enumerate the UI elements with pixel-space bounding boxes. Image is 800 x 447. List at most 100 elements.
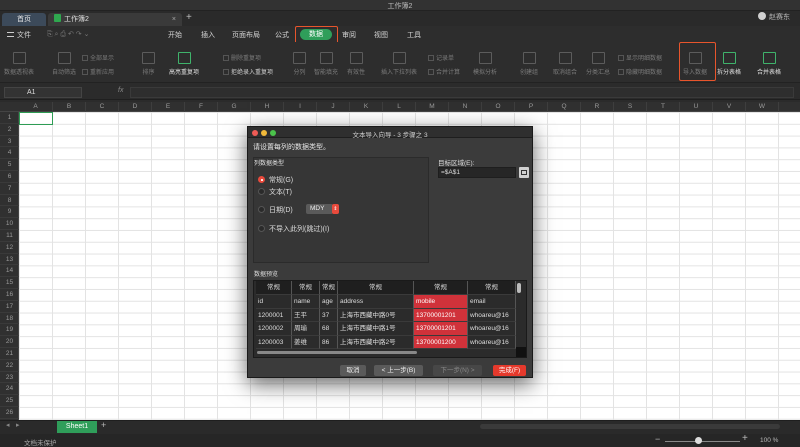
menu-insert[interactable]: 插入 bbox=[201, 30, 215, 40]
row-header[interactable]: 9 bbox=[0, 206, 19, 219]
column-header[interactable]: B bbox=[53, 102, 86, 112]
merge-table-button[interactable]: 合并表格 bbox=[757, 52, 781, 76]
row-header[interactable]: 7 bbox=[0, 183, 19, 195]
reapply-button[interactable]: 重新应用 bbox=[82, 67, 114, 76]
cancel-button[interactable]: 取消 bbox=[340, 365, 366, 376]
sort-button[interactable]: 排序 bbox=[142, 52, 155, 76]
menu-file[interactable]: 文件 bbox=[7, 30, 31, 40]
column-header[interactable]: C bbox=[86, 102, 119, 112]
formula-input[interactable] bbox=[130, 87, 794, 98]
validation-button[interactable]: 有效性 bbox=[347, 52, 365, 76]
row-header[interactable]: 5 bbox=[0, 159, 19, 171]
ungroup-button[interactable]: 取消组合 bbox=[553, 52, 577, 76]
consolidate-button[interactable]: 合并计算 bbox=[428, 67, 460, 76]
column-header[interactable]: Q bbox=[548, 102, 581, 112]
column-header[interactable]: L bbox=[383, 102, 416, 112]
tab-workbook[interactable]: 工作簿2 × bbox=[48, 13, 182, 26]
row-header[interactable]: 1 bbox=[0, 112, 19, 124]
column-header[interactable]: O bbox=[482, 102, 515, 112]
column-header[interactable]: R bbox=[581, 102, 614, 112]
sheet-prev-icon[interactable]: ◂ bbox=[6, 421, 10, 429]
row-header[interactable]: 13 bbox=[0, 254, 19, 266]
column-header[interactable]: A bbox=[19, 102, 53, 112]
row-header[interactable]: 18 bbox=[0, 313, 19, 325]
preview-column-type[interactable]: 常规 bbox=[320, 281, 338, 295]
row-header[interactable]: 6 bbox=[0, 171, 19, 183]
user-account[interactable]: 赵赛东 bbox=[758, 12, 790, 22]
next-button[interactable]: 下一步(N) > bbox=[433, 365, 482, 376]
reject-duplicates-button[interactable]: 拒绝录入重复项 bbox=[223, 67, 273, 76]
column-header[interactable]: M bbox=[416, 102, 449, 112]
column-header[interactable]: D bbox=[119, 102, 152, 112]
row-header[interactable]: 17 bbox=[0, 301, 19, 313]
row-header[interactable]: 21 bbox=[0, 348, 19, 360]
add-sheet-button[interactable]: + bbox=[101, 420, 106, 430]
subtotal-button[interactable]: 分类汇总 bbox=[586, 52, 610, 76]
column-header[interactable]: H bbox=[251, 102, 284, 112]
radio-text[interactable]: 文本(T) bbox=[258, 187, 292, 197]
preview-vertical-scrollbar[interactable] bbox=[517, 283, 521, 293]
preview-column-type[interactable]: 常规 bbox=[338, 281, 414, 295]
row-header[interactable]: 23 bbox=[0, 372, 19, 384]
range-picker-button[interactable] bbox=[519, 167, 529, 178]
delete-duplicates-button[interactable]: 删除重复项 bbox=[223, 53, 261, 62]
column-header[interactable]: G bbox=[218, 102, 251, 112]
hide-detail-button[interactable]: 隐藏明细数据 bbox=[618, 67, 662, 76]
menu-page-layout[interactable]: 页面布局 bbox=[232, 30, 260, 40]
column-header[interactable]: N bbox=[449, 102, 482, 112]
row-header[interactable]: 8 bbox=[0, 195, 19, 207]
preview-column-type[interactable]: 常规 bbox=[468, 281, 516, 295]
insert-dropdown-button[interactable]: 插入下拉列表 bbox=[381, 52, 417, 76]
sheet-next-icon[interactable]: ▸ bbox=[16, 421, 20, 429]
column-header[interactable]: K bbox=[350, 102, 383, 112]
column-header[interactable]: P bbox=[515, 102, 548, 112]
menu-review[interactable]: 审阅 bbox=[342, 30, 356, 40]
column-header[interactable]: U bbox=[680, 102, 713, 112]
zoom-slider-thumb[interactable] bbox=[695, 437, 702, 444]
column-header[interactable]: E bbox=[152, 102, 185, 112]
row-header[interactable]: 24 bbox=[0, 383, 19, 396]
date-format-select[interactable]: MDY ⇕ bbox=[306, 204, 339, 214]
row-header[interactable]: 4 bbox=[0, 147, 19, 160]
row-header[interactable]: 14 bbox=[0, 265, 19, 278]
menu-formula[interactable]: 公式 bbox=[275, 30, 289, 40]
row-header[interactable]: 26 bbox=[0, 407, 19, 419]
column-header[interactable]: F bbox=[185, 102, 218, 112]
smart-fill-button[interactable]: 智能填充 bbox=[314, 52, 338, 76]
preview-horizontal-scrollbar[interactable] bbox=[257, 351, 417, 354]
quick-access-icons[interactable]: ⎘ ⌕ ⎙ ↶ ↷ ⌄ bbox=[47, 30, 89, 39]
pivot-table-button[interactable]: 数据透视表 bbox=[4, 52, 34, 76]
radio-general[interactable]: 常规(G) bbox=[258, 175, 293, 185]
row-header[interactable]: 25 bbox=[0, 395, 19, 407]
autofilter-button[interactable]: 自动筛选 bbox=[52, 52, 76, 76]
back-button[interactable]: < 上一步(B) bbox=[374, 365, 423, 376]
zoom-in-button[interactable]: + bbox=[742, 433, 748, 444]
preview-column-type[interactable]: 常规 bbox=[414, 281, 468, 295]
column-header[interactable]: V bbox=[713, 102, 746, 112]
radio-skip[interactable]: 不导入此列(跳过)(I) bbox=[258, 224, 329, 234]
menu-view[interactable]: 视图 bbox=[374, 30, 388, 40]
preview-column-type[interactable]: 常规 bbox=[292, 281, 320, 295]
split-column-button[interactable]: 分列 bbox=[293, 52, 306, 76]
row-header[interactable]: 11 bbox=[0, 230, 19, 242]
row-header[interactable]: 3 bbox=[0, 136, 19, 148]
zoom-slider[interactable] bbox=[665, 441, 740, 442]
selected-cell[interactable] bbox=[19, 112, 53, 125]
tab-home[interactable]: 首页 bbox=[2, 13, 46, 26]
column-header[interactable]: S bbox=[614, 102, 647, 112]
row-header[interactable]: 15 bbox=[0, 277, 19, 289]
radio-date[interactable]: 日期(D) bbox=[258, 205, 293, 215]
new-tab-button[interactable]: + bbox=[186, 12, 192, 23]
row-header[interactable]: 10 bbox=[0, 218, 19, 230]
zoom-out-button[interactable]: − bbox=[655, 434, 660, 444]
row-header[interactable]: 16 bbox=[0, 289, 19, 301]
sheet-tab-sheet1[interactable]: Sheet1 bbox=[57, 421, 97, 433]
what-if-button[interactable]: 模拟分析 bbox=[473, 52, 497, 76]
finish-button[interactable]: 完成(F) bbox=[493, 365, 526, 376]
row-header[interactable]: 12 bbox=[0, 242, 19, 254]
close-tab-icon[interactable]: × bbox=[172, 13, 176, 26]
menu-home[interactable]: 开始 bbox=[168, 30, 182, 40]
row-header[interactable]: 22 bbox=[0, 360, 19, 372]
column-header[interactable]: J bbox=[317, 102, 350, 112]
column-header[interactable]: I bbox=[284, 102, 317, 112]
